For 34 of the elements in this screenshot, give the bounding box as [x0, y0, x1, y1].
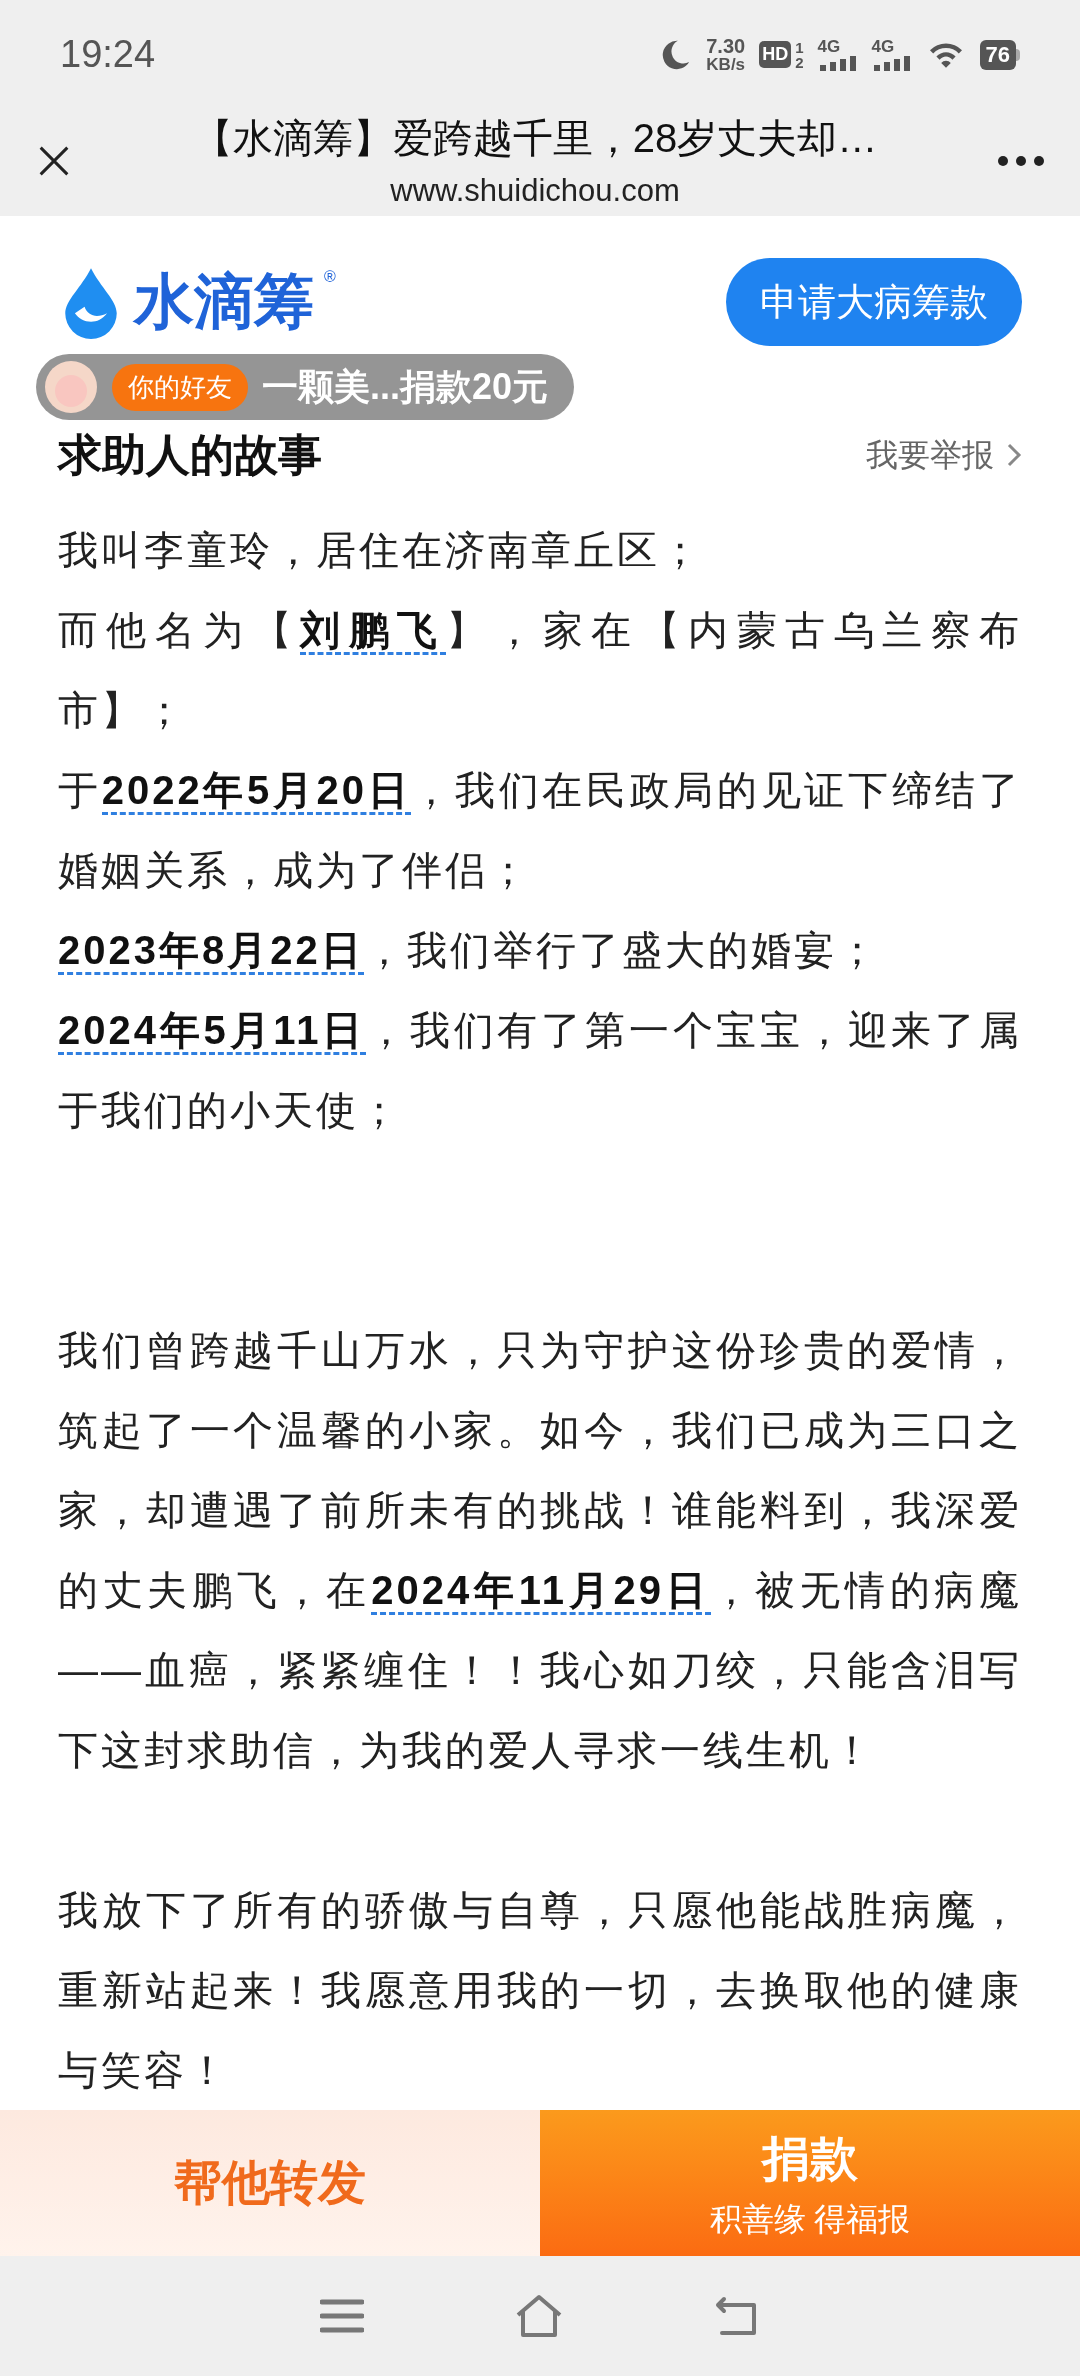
signal-icon [817, 55, 858, 72]
network-type: 4G [871, 38, 896, 56]
signal-icon [871, 55, 912, 72]
section-title: 求助人的故事 [58, 429, 322, 482]
brand-name: 水滴筹 [134, 267, 314, 338]
menu-icon[interactable] [320, 2297, 364, 2334]
registered-mark: ® [324, 267, 336, 288]
home-icon[interactable] [514, 2292, 564, 2339]
story-paragraph: 我放下了所有的骄傲与自尊，只愿他能战胜病魔，重新站起来！我愿意用我的一切，去换取他的健康与笑容！ [58, 1887, 1022, 2095]
more-icon[interactable] [996, 153, 1046, 168]
story-paragraph: 2023年8月22日，我们举行了盛大的婚宴； [58, 910, 1022, 991]
page-title: 【水滴筹】爱跨越千里，28岁丈夫却… [192, 114, 878, 162]
toast-message: 一颗美...捐款20元 [262, 365, 549, 410]
network-type: 4G [817, 38, 842, 56]
story-paragraph: 2024年5月11日，我们有了第一个宝宝，迎来了属于我们的小天使； [58, 1007, 1022, 1135]
friend-tag: 你的好友 [112, 363, 248, 411]
page-url: www.shuidichou.com [390, 171, 680, 210]
clock: 19:24 [60, 32, 156, 78]
story-paragraph: 而他名为【刘鹏飞】，家在【内蒙古乌兰察布市】； [58, 607, 1022, 735]
share-button[interactable]: 帮他转发 [0, 2110, 540, 2256]
story-paragraph: 于2022年5月20日，我们在民政局的见证下缔结了婚姻关系，成为了伴侣； [58, 767, 1022, 895]
hd-badge: HD [759, 41, 792, 69]
donate-button[interactable]: 捐款 积善缘 得福报 [540, 2110, 1080, 2256]
report-link[interactable]: 我要举报 [866, 431, 1022, 480]
battery-indicator: 76 [979, 39, 1020, 70]
network-speed: 7.30 [706, 36, 746, 57]
speed-unit: KB/s [706, 56, 746, 74]
chevron-right-icon [1006, 442, 1022, 469]
sim-number: 2 [795, 54, 804, 70]
apply-button[interactable]: 申请大病筹款 [726, 258, 1022, 347]
story-paragraph: 我们曾跨越千山万水，只为守护这份珍贵的爱情，筑起了一个温馨的小家。如今，我们已成为三口之家，却遭遇了前所未有的挑战！谁能料到，我深爱的丈夫鹏飞，在2024年11月29日，被无情的病魔——血癌，紧紧缠住！！我心如刀绞，只能含泪写下这封求助信，为我的爱人寻求一线生机！ [58, 1327, 1022, 1775]
sim-number: 1 [795, 39, 804, 55]
avatar-icon [44, 360, 98, 415]
story-paragraph: 我叫李童玲，居住在济南章丘区； [58, 527, 704, 575]
